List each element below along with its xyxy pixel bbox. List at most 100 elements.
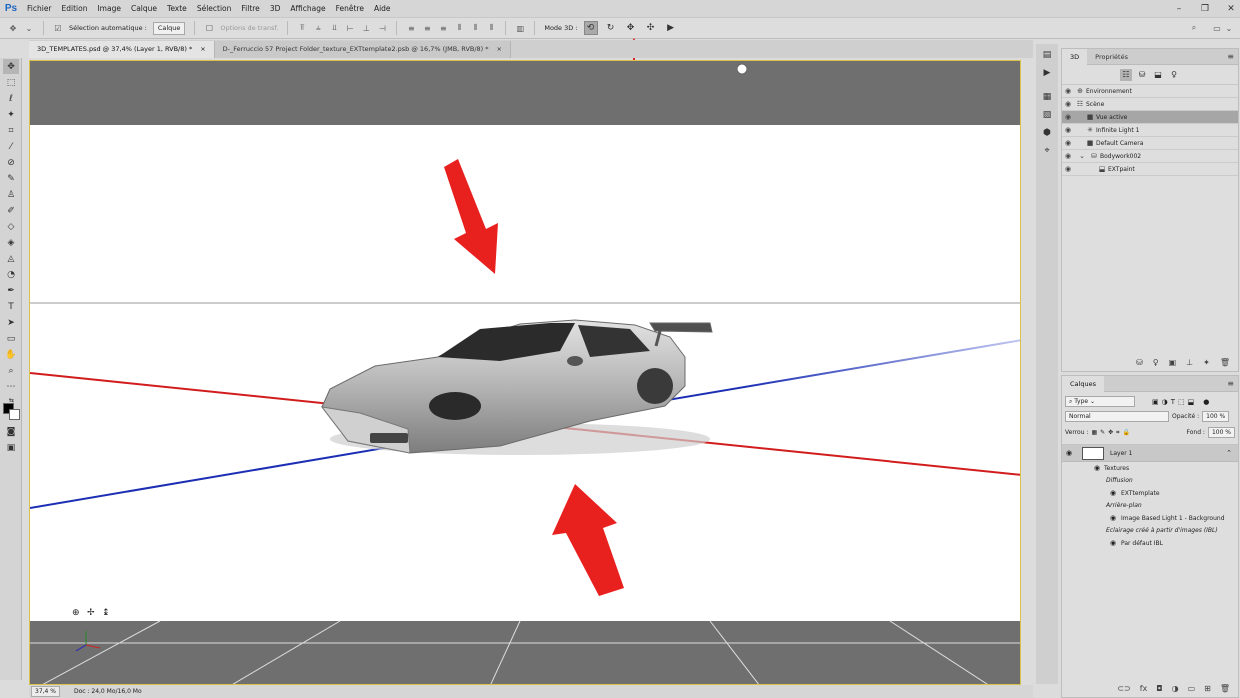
tab-ferruccio-texture[interactable]: D-_Ferruccio 57 Project Folder_texture_E… [214, 41, 511, 58]
eye-icon[interactable]: ◉ [1062, 126, 1074, 134]
menu-filtre[interactable]: Filtre [236, 0, 264, 17]
measure-panel-icon[interactable]: ⌖ [1040, 144, 1054, 158]
chevron-down-icon[interactable]: ⌄ [1224, 23, 1234, 33]
scene-row-vue-active[interactable]: ◉ ■ Vue active [1062, 111, 1238, 124]
delete-icon[interactable]: 🗑 [1220, 358, 1230, 367]
scene-row-bodywork[interactable]: ◉ ⌄ ⛁ Bodywork002 [1062, 150, 1238, 163]
eye-icon[interactable]: ◉ [1062, 139, 1074, 147]
history-brush-icon[interactable]: ✐ [3, 203, 19, 218]
align-hcenter-icon[interactable]: ⊥ [361, 23, 371, 33]
scene-row-scene[interactable]: ◉ ☷ Scène [1062, 98, 1238, 111]
eye-icon[interactable]: ◉ [1094, 464, 1104, 472]
panel-menu-icon[interactable]: ≡ [1227, 379, 1234, 388]
meshes-filter-icon[interactable]: ⛁ [1136, 69, 1148, 81]
3d-panel-icon[interactable]: ⬢ [1040, 126, 1054, 140]
background-color-swatch[interactable] [9, 409, 20, 420]
distribute-left-icon[interactable]: ⦀ [454, 23, 464, 33]
mesh-add-icon[interactable]: ⛁ [1136, 358, 1143, 367]
fill-input[interactable]: 100 % [1207, 427, 1235, 438]
lasso-tool-icon[interactable]: ℓ [3, 91, 19, 106]
auto-align-icon[interactable]: ▥ [515, 23, 525, 33]
eye-icon[interactable]: ◉ [1062, 100, 1074, 108]
lock-all-icon[interactable]: 🔒 [1123, 429, 1130, 436]
menu-fenetre[interactable]: Fenêtre [331, 0, 369, 17]
ground-icon[interactable]: ⊥ [1186, 358, 1193, 367]
crop-tool-icon[interactable]: ⌗ [3, 123, 19, 138]
menu-image[interactable]: Image [92, 0, 126, 17]
layer-row-layer1[interactable]: ◉ Layer 1 ⌃ [1062, 445, 1238, 462]
filter-type-icon[interactable]: T [1171, 398, 1175, 406]
distribute-vcenter-icon[interactable]: ≡ [422, 23, 432, 33]
3d-widget-controls[interactable]: ⊕ ✢ ↨ [72, 608, 110, 618]
eye-icon[interactable]: ◉ [1110, 489, 1121, 497]
quick-mask-icon[interactable]: ◙ [3, 424, 19, 439]
clone-stamp-icon[interactable]: ♙ [3, 187, 19, 202]
light-add-icon[interactable]: ♀ [1153, 358, 1159, 367]
lock-artboard-icon[interactable]: ⌗ [1116, 429, 1119, 437]
pen-tool-icon[interactable]: ✒ [3, 283, 19, 298]
layer-item-textures[interactable]: ◉ Textures [1062, 462, 1238, 475]
lock-transparent-icon[interactable]: ▦ [1091, 429, 1097, 436]
workspace-icon[interactable]: ▭ [1212, 23, 1222, 33]
roll-3d-icon[interactable]: ↻ [604, 21, 618, 35]
scene-row-default-camera[interactable]: ◉ ■ Default Camera [1062, 137, 1238, 150]
eye-icon[interactable]: ◉ [1062, 87, 1074, 95]
blend-mode-dropdown[interactable]: Normal [1065, 411, 1169, 422]
paint-bucket-icon[interactable]: ◈ [3, 235, 19, 250]
search-icon[interactable]: ⌕ [1189, 23, 1199, 33]
checkbox-checked-icon[interactable]: ☑ [53, 23, 63, 33]
filter-smart-icon[interactable]: ⬓ [1188, 398, 1195, 406]
orbit-3d-icon[interactable]: ⟲ [583, 21, 598, 35]
properties-panel-icon[interactable]: ▦ [1040, 90, 1054, 104]
lights-filter-icon[interactable]: ♀ [1168, 69, 1180, 81]
menu-fichier[interactable]: Fichier [22, 0, 57, 17]
magic-wand-icon[interactable]: ✦ [3, 107, 19, 122]
move-tool-icon[interactable]: ✥ [3, 59, 19, 74]
layer-item-ibl-background[interactable]: ◉ Image Based Light 1 - Background [1062, 512, 1238, 525]
align-right-icon[interactable]: ⊣ [377, 23, 387, 33]
info-panel-icon[interactable]: ▧ [1040, 108, 1054, 122]
eye-icon[interactable]: ◉ [1062, 113, 1074, 121]
new-group-icon[interactable]: ▭ [1188, 684, 1196, 693]
distribute-right-icon[interactable]: ⦀ [486, 23, 496, 33]
eye-icon[interactable]: ◉ [1110, 539, 1121, 547]
blur-tool-icon[interactable]: ◬ [3, 251, 19, 266]
link-layers-icon[interactable]: ⊂⊃ [1117, 684, 1130, 693]
eraser-icon[interactable]: ◇ [3, 219, 19, 234]
path-selection-icon[interactable]: ➤ [3, 315, 19, 330]
filter-shape-icon[interactable]: ⬚ [1178, 398, 1185, 406]
delete-icon[interactable]: 🗑 [1220, 684, 1230, 693]
drag-3d-icon[interactable]: ✥ [624, 21, 638, 35]
chevron-down-icon[interactable]: ⌄ [1076, 152, 1088, 160]
filter-toggle-icon[interactable]: ● [1203, 398, 1209, 406]
add-mask-icon[interactable]: ◘ [1156, 684, 1162, 693]
distribute-hcenter-icon[interactable]: ⦀ [470, 23, 480, 33]
document-canvas[interactable]: ⊕ ✢ ↨ [29, 60, 1021, 685]
close-icon[interactable]: × [200, 41, 205, 58]
menu-affichage[interactable]: Affichage [285, 0, 330, 17]
distribute-top-icon[interactable]: ≡ [406, 23, 416, 33]
menu-3d[interactable]: 3D [265, 0, 286, 17]
chevron-up-icon[interactable]: ⌃ [1226, 449, 1232, 457]
hand-tool-icon[interactable]: ✋ [3, 347, 19, 362]
lock-pixels-icon[interactable]: ✎ [1100, 429, 1105, 436]
minimize-icon[interactable]: – [1174, 4, 1184, 14]
scene-row-environnement[interactable]: ◉ ⊕ Environnement [1062, 85, 1238, 98]
tab-3d[interactable]: 3D [1062, 48, 1088, 65]
layer-item-par-defaut-ibl[interactable]: ◉ Par défaut IBL [1062, 537, 1238, 550]
align-left-icon[interactable]: ⊢ [345, 23, 355, 33]
menu-edition[interactable]: Edition [57, 0, 93, 17]
dodge-tool-icon[interactable]: ◔ [3, 267, 19, 282]
layer-style-icon[interactable]: fx [1140, 684, 1148, 693]
actions-play-icon[interactable]: ▶ [1040, 66, 1054, 80]
align-bottom-icon[interactable]: ⫫ [329, 23, 339, 33]
menu-calque[interactable]: Calque [126, 0, 162, 17]
video-camera-icon[interactable]: ▶ [664, 21, 678, 35]
opacity-input[interactable]: 100 % [1202, 411, 1230, 422]
marquee-tool-icon[interactable]: ⬚ [3, 75, 19, 90]
tab-3d-templates[interactable]: 3D_TEMPLATES.psd @ 37,4% (Layer 1, RVB/8… [29, 41, 215, 58]
layer-filter-dropdown[interactable]: ⌕ Type ⌄ [1065, 396, 1135, 407]
close-icon[interactable]: ✕ [1226, 4, 1236, 14]
eye-icon[interactable]: ◉ [1062, 165, 1074, 173]
eye-icon[interactable]: ◉ [1062, 449, 1076, 457]
